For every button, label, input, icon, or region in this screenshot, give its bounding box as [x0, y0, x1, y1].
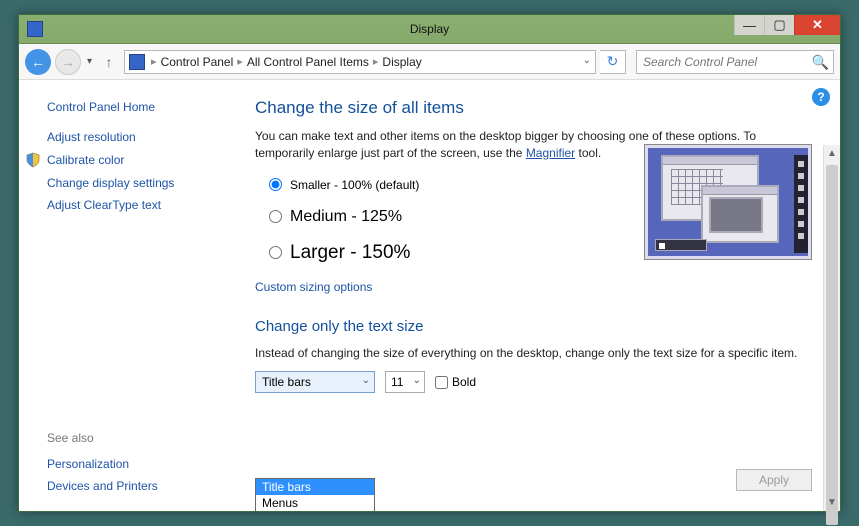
sidebar: Control Panel Home Adjust resolution Cal… [19, 80, 227, 511]
titlebar[interactable]: Display — ▢ ✕ [19, 15, 840, 44]
scrollbar-thumb[interactable] [826, 165, 838, 525]
history-dropdown-button[interactable]: ▾ [85, 56, 94, 67]
bold-checkbox-label[interactable]: Bold [435, 375, 476, 389]
size-preview-graphic [644, 144, 812, 260]
breadcrumb-dropdown-icon[interactable]: ⌄ [583, 55, 591, 66]
arrow-left-icon: ← [31, 54, 45, 70]
up-button[interactable]: ↑ [98, 51, 120, 73]
refresh-icon: ↻ [607, 53, 619, 70]
sidebar-link-calibrate[interactable]: Calibrate color [19, 148, 227, 172]
control-panel-icon [129, 54, 145, 70]
see-also-section: See also Personalization Devices and Pri… [19, 431, 227, 497]
seealso-personalization[interactable]: Personalization [47, 453, 227, 475]
chevron-right-icon: ▸ [369, 55, 383, 68]
chevron-right-icon: ▸ [147, 55, 161, 68]
seealso-devices[interactable]: Devices and Printers [47, 475, 227, 497]
back-button[interactable]: ← [25, 49, 51, 75]
chevron-down-icon: ⌄ [413, 375, 421, 386]
arrow-up-icon: ↑ [106, 54, 113, 70]
custom-sizing-link[interactable]: Custom sizing options [255, 280, 812, 294]
breadcrumb-bar[interactable]: ▸ Control Panel ▸ All Control Panel Item… [124, 50, 596, 74]
shield-icon [25, 152, 41, 168]
search-icon[interactable]: 🔍 [812, 54, 829, 71]
radio-input[interactable] [269, 246, 282, 259]
window-frame: Display — ▢ ✕ ← → ▾ ↑ ▸ Control Panel ▸ … [18, 14, 841, 512]
fontsize-combobox[interactable]: 11 ⌄ [385, 371, 425, 393]
breadcrumb-item[interactable]: All Control Panel Items [247, 55, 369, 69]
sidebar-link-resolution[interactable]: Adjust resolution [19, 126, 227, 148]
sidebar-link-displaysettings[interactable]: Change display settings [19, 172, 227, 194]
refresh-button[interactable]: ↻ [600, 50, 626, 74]
main-content: ? Change the size of all items You can m… [227, 80, 840, 511]
apply-button[interactable]: Apply [736, 469, 812, 491]
scroll-down-icon[interactable]: ▼ [824, 494, 840, 511]
close-button[interactable]: ✕ [794, 15, 840, 35]
maximize-button[interactable]: ▢ [764, 15, 794, 35]
radio-input[interactable] [269, 178, 282, 191]
arrow-right-icon: → [61, 54, 75, 70]
bold-checkbox[interactable] [435, 376, 448, 389]
forward-button[interactable]: → [55, 49, 81, 75]
nav-toolbar: ← → ▾ ↑ ▸ Control Panel ▸ All Control Pa… [19, 44, 840, 80]
dropdown-option[interactable]: Title bars [256, 479, 374, 495]
chevron-down-icon: ⌄ [362, 375, 370, 386]
search-input[interactable] [637, 51, 809, 73]
section1-heading: Change the size of all items [255, 98, 812, 118]
section2-description: Instead of changing the size of everythi… [255, 345, 812, 362]
magnifier-link[interactable]: Magnifier [526, 146, 575, 160]
dropdown-option[interactable]: Menus [256, 495, 374, 511]
section2-heading: Change only the text size [255, 318, 812, 335]
chevron-right-icon: ▸ [233, 55, 247, 68]
search-box[interactable]: 🔍 [636, 50, 834, 74]
radio-input[interactable] [269, 210, 282, 223]
window-title: Display [19, 22, 840, 36]
see-also-heading: See also [47, 431, 227, 453]
item-combobox[interactable]: Title bars ⌄ [255, 371, 375, 393]
vertical-scrollbar[interactable]: ▲ ▼ [823, 145, 840, 511]
sidebar-home-link[interactable]: Control Panel Home [19, 96, 227, 126]
minimize-button[interactable]: — [734, 15, 764, 35]
scroll-up-icon[interactable]: ▲ [824, 145, 840, 162]
breadcrumb-item[interactable]: Control Panel [161, 55, 234, 69]
item-dropdown-list[interactable]: Title bars Menus Message boxes Palette t… [255, 478, 375, 511]
sidebar-link-cleartype[interactable]: Adjust ClearType text [19, 194, 227, 216]
help-icon[interactable]: ? [812, 88, 830, 106]
breadcrumb-item[interactable]: Display [382, 55, 421, 69]
